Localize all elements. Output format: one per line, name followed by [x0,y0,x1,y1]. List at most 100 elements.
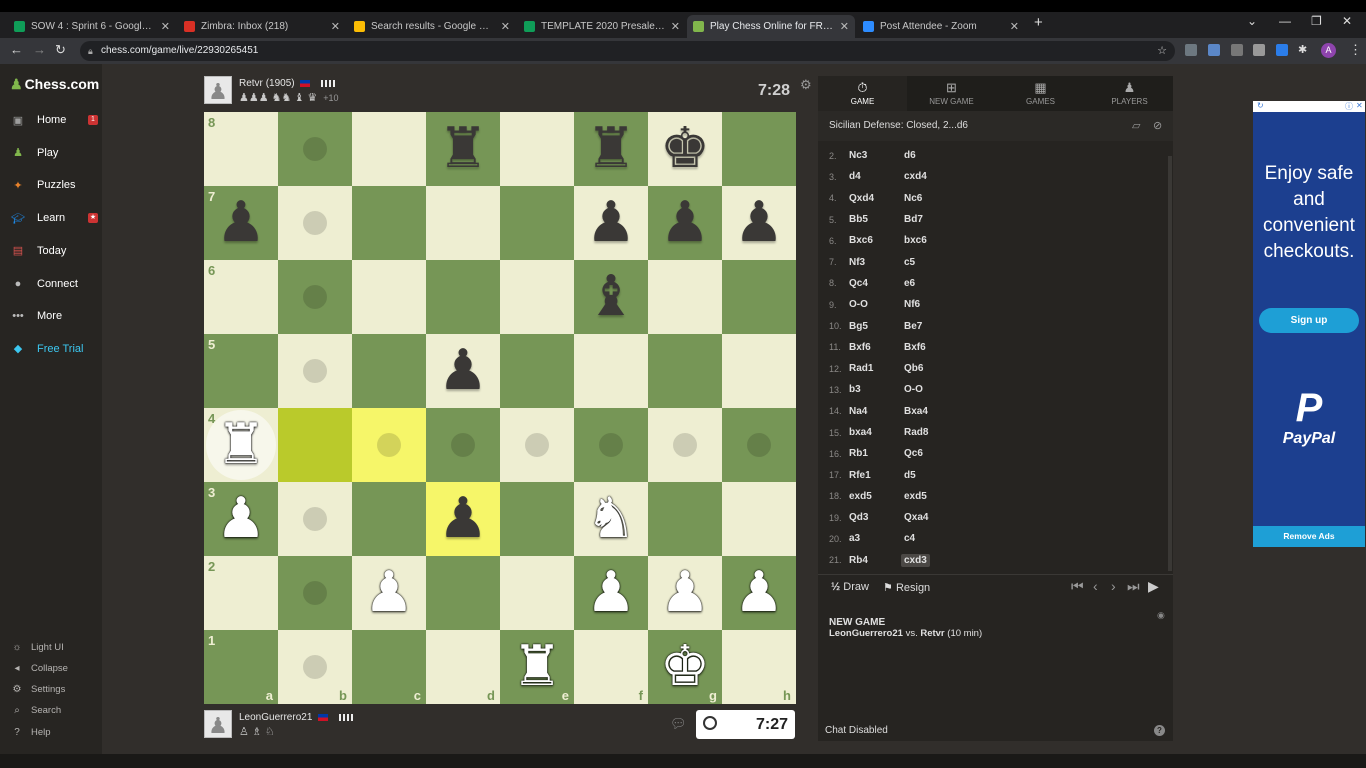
black-piece[interactable]: ♜ [586,121,636,177]
chat-bubble-icon[interactable]: 💬︎ [670,716,687,732]
white-piece[interactable]: ♜ [216,417,266,473]
legal-move-dot[interactable] [377,433,401,457]
square-h8[interactable] [722,112,796,186]
white-move[interactable]: Rb1 [849,448,904,459]
square-d7[interactable] [426,186,500,260]
tab-close-icon[interactable]: ✕ [840,20,849,33]
square-e6[interactable] [500,260,574,334]
black-piece[interactable]: ♚ [660,121,710,177]
legal-move-dot[interactable] [303,285,327,309]
black-move[interactable]: Nc6 [901,192,925,205]
square-c5[interactable] [352,334,426,408]
square-a8[interactable]: 8 [204,112,278,186]
white-move[interactable]: exd5 [849,491,904,502]
top-player-avatar[interactable]: ♟ [204,76,232,104]
square-h3[interactable] [722,482,796,556]
extension-icon[interactable] [1208,44,1220,56]
square-f1[interactable]: f [574,630,648,704]
square-e2[interactable] [500,556,574,630]
next-move-icon[interactable]: › [1111,578,1116,594]
square-f7[interactable]: ♟ [574,186,648,260]
white-move[interactable]: Rfe1 [849,470,904,481]
legal-move-dot[interactable] [599,433,623,457]
square-g5[interactable] [648,334,722,408]
white-piece[interactable]: ♟ [364,565,414,621]
white-move[interactable]: Qxd4 [849,193,904,204]
black-move[interactable]: Qb6 [901,362,926,375]
square-d3[interactable]: ♟ [426,482,500,556]
last-move-icon[interactable]: ⏭ [1127,578,1140,595]
square-g8[interactable]: ♚ [648,112,722,186]
square-b5[interactable] [278,334,352,408]
black-move[interactable]: exd5 [901,490,930,503]
tab-players[interactable]: ♟ Players [1085,76,1174,111]
sidebar-help-button[interactable]: ? Help [0,722,102,742]
sidebar-item-play[interactable]: ♟ Play [0,138,102,168]
browser-tab[interactable]: TEMPLATE 2020 Presales Costing ✕ [518,15,686,38]
extension-icon[interactable] [1231,44,1243,56]
square-d8[interactable]: ♜ [426,112,500,186]
sidebar-item-today[interactable]: ▤ Today [0,236,102,266]
square-c6[interactable] [352,260,426,334]
square-h2[interactable]: ♟ [722,556,796,630]
top-player-name[interactable]: Retvr [239,78,263,89]
square-d4[interactable] [426,408,500,482]
square-a3[interactable]: 3 ♟ [204,482,278,556]
white-move[interactable]: b3 [849,384,904,395]
white-piece[interactable]: ♜ [512,639,562,695]
tab-search-icon[interactable]: ⌄ [1247,14,1257,28]
move-list-scrollbar[interactable] [1168,156,1172,571]
square-c7[interactable] [352,186,426,260]
ad-close-icon[interactable]: ✕ [1356,101,1363,110]
browser-tab[interactable]: Zimbra: Inbox (218) ✕ [178,15,346,38]
black-move[interactable]: c4 [901,532,918,545]
restore-button[interactable]: ❐ [1311,14,1322,28]
white-move[interactable]: O-O [849,299,904,310]
new-game-player[interactable]: LeonGuerrero21 [829,628,903,639]
square-b8[interactable] [278,112,352,186]
black-piece[interactable]: ♟ [586,195,636,251]
square-c3[interactable] [352,482,426,556]
browser-tab[interactable]: Search results - Google Drive ✕ [348,15,516,38]
white-move[interactable]: Bxc6 [849,235,904,246]
sidebar-item-connect[interactable]: ● Connect [0,269,102,299]
square-a5[interactable]: 5 [204,334,278,408]
tab-close-icon[interactable]: ✕ [671,20,680,33]
square-b3[interactable] [278,482,352,556]
black-move[interactable]: c5 [901,256,918,269]
draw-button[interactable]: ½ Draw [831,581,869,593]
new-tab-button[interactable]: + [1034,14,1043,31]
white-move[interactable]: Bxf6 [849,342,904,353]
black-piece[interactable]: ♟ [438,491,488,547]
square-e5[interactable] [500,334,574,408]
square-h7[interactable]: ♟ [722,186,796,260]
white-piece[interactable]: ♚ [660,639,710,695]
sidebar-light-ui-button[interactable]: ☼ Light UI [0,637,102,657]
legal-move-dot[interactable] [303,359,327,383]
close-window-button[interactable]: ✕ [1342,14,1352,28]
extension-icon[interactable] [1253,44,1265,56]
bottom-player-name[interactable]: LeonGuerrero21 [239,712,312,723]
square-b6[interactable] [278,260,352,334]
square-g2[interactable]: ♟ [648,556,722,630]
black-piece[interactable]: ♟ [734,195,784,251]
new-game-opponent[interactable]: Retvr [920,628,944,639]
legal-move-dot[interactable] [673,433,697,457]
legal-move-dot[interactable] [525,433,549,457]
black-move[interactable]: bxc6 [901,234,930,247]
square-d1[interactable]: d [426,630,500,704]
square-g3[interactable] [648,482,722,556]
white-move[interactable]: Bg5 [849,321,904,332]
forward-icon[interactable]: → [33,42,46,57]
square-a1[interactable]: 1a [204,630,278,704]
legal-move-dot[interactable] [747,433,771,457]
square-a2[interactable]: 2 [204,556,278,630]
white-move[interactable]: Qc4 [849,278,904,289]
sidebar-collapse-button[interactable]: ◂ Collapse [0,658,102,678]
sidebar-item-more[interactable]: ••• More [0,301,102,331]
reload-icon[interactable]: ↻ [55,42,66,58]
ad-info-icon[interactable]: ⓘ [1345,101,1353,112]
square-h5[interactable] [722,334,796,408]
sidebar-item-learn[interactable]: 🎓︎ Learn ★ [0,203,102,233]
black-piece[interactable]: ♝ [586,269,636,325]
